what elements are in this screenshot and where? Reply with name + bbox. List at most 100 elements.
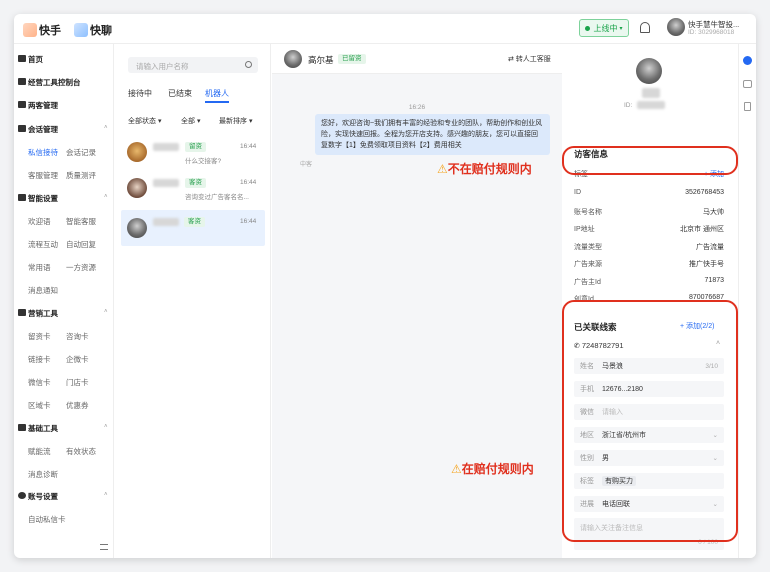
toolbox-icon (18, 424, 26, 431)
sidebar-group[interactable]: 基础工具 (28, 423, 58, 434)
sender-label: 中客 (300, 162, 313, 168)
sidebar-item[interactable]: 流程互动 (28, 239, 58, 250)
sidebar-item-active[interactable]: 私信接待 (28, 147, 58, 158)
marketing-icon (18, 309, 26, 316)
list-item[interactable]: 客资 16:44 咨询变过广告客名名... (115, 172, 271, 208)
sidebar-item[interactable]: 质量测评 (66, 170, 96, 181)
sidebar-item[interactable]: 智能客服 (66, 216, 96, 227)
sidebar-item[interactable]: 欢迎语 (28, 216, 51, 227)
chevron-up-icon: ˄ (104, 125, 108, 131)
document-icon[interactable] (744, 102, 751, 111)
info-row: 账号名称 马大帅 (574, 207, 724, 217)
sidebar-item[interactable]: 有效状态 (66, 446, 96, 457)
sidebar-item[interactable]: 一方资源 (66, 262, 96, 273)
annotation-box-tags (562, 146, 738, 175)
status-badge: 客资 (185, 178, 206, 188)
sort-label: 最新排序 (219, 118, 247, 125)
sidebar-item[interactable]: 链接卡 (28, 354, 51, 365)
blurred-nickname (642, 88, 660, 98)
annotation-covered-text: 在赔付规则内 (461, 462, 534, 476)
sidebar-item[interactable]: 常用语 (28, 262, 51, 273)
sidebar-group[interactable]: 经营工具控制台 (28, 77, 81, 88)
sort-dropdown[interactable]: 最新排序 ▾ (219, 116, 252, 126)
warning-icon: ⚠ (437, 162, 448, 176)
annotation-not-covered: ⚠不在赔付规则内 (437, 160, 532, 177)
sidebar-item[interactable]: 自动私信卡 (28, 514, 66, 525)
settings-icon (18, 194, 26, 201)
type-filter-dropdown[interactable]: 全部 ▾ (181, 116, 200, 126)
kuaishou-logo[interactable]: 快手 (23, 22, 61, 38)
info-label: IP地址 (574, 226, 595, 233)
timestamp: 16:44 (240, 143, 257, 150)
sidebar-item[interactable]: 客服管理 (28, 170, 58, 181)
kuaishou-logo-icon (23, 23, 37, 37)
blurred-name (153, 179, 179, 187)
status-dot-icon (585, 25, 591, 31)
info-label: 流量类型 (574, 243, 602, 251)
user-profile-icon[interactable] (743, 56, 752, 65)
search-placeholder: 请输入用户名称 (136, 62, 189, 71)
online-status-button[interactable]: 上线中 ▾ (579, 19, 629, 37)
status-badge: 客资 (184, 217, 205, 227)
search-icon[interactable] (245, 61, 252, 68)
kuailiao-logo[interactable]: 快聊 (74, 22, 112, 38)
sidebar-group[interactable]: 账号设置 (28, 491, 58, 502)
sidebar-item[interactable]: 优惠券 (66, 400, 89, 411)
tab-ended[interactable]: 已结束 (168, 88, 192, 99)
search-input[interactable]: 请输入用户名称 (128, 57, 258, 73)
sidebar-item[interactable]: 会话记录 (66, 147, 96, 158)
status-badge: 留资 (185, 142, 206, 152)
avatar (127, 178, 147, 198)
chevron-down-icon: ▾ (619, 25, 623, 32)
chat-panel: 高尔基 已留资 ⇄ 转人工客服 16:26 中客 您好，欢迎咨询~我们拥有丰富的… (272, 44, 562, 558)
list-item-selected[interactable]: 客资 16:44 (121, 210, 265, 246)
sidebar-group[interactable]: 智能设置 (28, 193, 58, 204)
tab-indicator (205, 101, 229, 103)
message-icon[interactable] (743, 80, 752, 88)
sidebar-item[interactable]: 赋能流 (28, 446, 51, 457)
sidebar-item[interactable]: 留资卡 (28, 331, 51, 342)
info-value: 71873 (704, 276, 724, 284)
sidebar-item[interactable]: 消息诊断 (28, 469, 58, 480)
tab-receiving[interactable]: 接待中 (128, 88, 152, 99)
transfer-icon: ⇄ (508, 56, 516, 63)
sidebar-item[interactable]: 门店卡 (66, 377, 89, 388)
sidebar-item[interactable]: 消息通知 (28, 285, 58, 296)
info-label: 账号名称 (574, 208, 602, 216)
sidebar-item[interactable]: 自动回复 (66, 239, 96, 250)
sidebar-group[interactable]: 会话管理 (28, 124, 58, 135)
sidebar-item[interactable]: 微信卡 (28, 377, 51, 388)
chat-header: 高尔基 已留资 ⇄ 转人工客服 (272, 44, 562, 74)
users-icon (18, 101, 26, 108)
status-filter-dropdown[interactable]: 全部状态 ▾ (128, 116, 161, 126)
message-preview: 咨询变过广告客名名... (185, 194, 249, 201)
info-row: IP地址 北京市 通州区 (574, 224, 724, 234)
sidebar-item[interactable]: 咨询卡 (66, 331, 89, 342)
sidebar-group[interactable]: 首页 (28, 54, 43, 65)
avatar (284, 50, 302, 68)
tab-robot[interactable]: 机器人 (205, 88, 229, 99)
bell-icon[interactable] (640, 22, 650, 33)
info-row: ID 3526768453 (574, 189, 724, 196)
warning-icon: ⚠ (451, 462, 462, 476)
right-tool-strip (738, 44, 756, 558)
info-label: ID (574, 189, 581, 196)
product-name: 快聊 (90, 25, 112, 37)
info-value: 广告流量 (696, 243, 724, 251)
sidebar-item[interactable]: 区域卡 (28, 400, 51, 411)
info-value: 3526768453 (685, 189, 724, 196)
chevron-up-icon: ˄ (104, 424, 108, 430)
sidebar-nav: ˄ ˄ ˄ ˄ ˄ 首页 经营工具控制台 两客管理 会话管理 私信接待 会话记录 客服管理质… (14, 44, 114, 558)
message-preview: 什么交接客? (185, 158, 222, 165)
collapse-menu-icon[interactable] (100, 544, 108, 550)
transfer-to-agent-button[interactable]: ⇄ 转人工客服 (508, 54, 551, 64)
annotation-covered: ⚠在赔付规则内 (451, 460, 534, 477)
chat-icon (18, 125, 26, 132)
conversation-list-panel: 请输入用户名称 接待中 已结束 机器人 全部状态 ▾ 全部 ▾ 最新排序 ▾ 留… (115, 44, 271, 558)
sidebar-item[interactable]: 企微卡 (66, 354, 89, 365)
sidebar-group[interactable]: 两客管理 (28, 100, 58, 111)
chevron-up-icon: ˄ (104, 194, 108, 200)
list-item[interactable]: 留资 16:44 什么交接客? (115, 136, 271, 172)
home-icon (18, 55, 26, 62)
sidebar-group[interactable]: 营销工具 (28, 308, 58, 319)
